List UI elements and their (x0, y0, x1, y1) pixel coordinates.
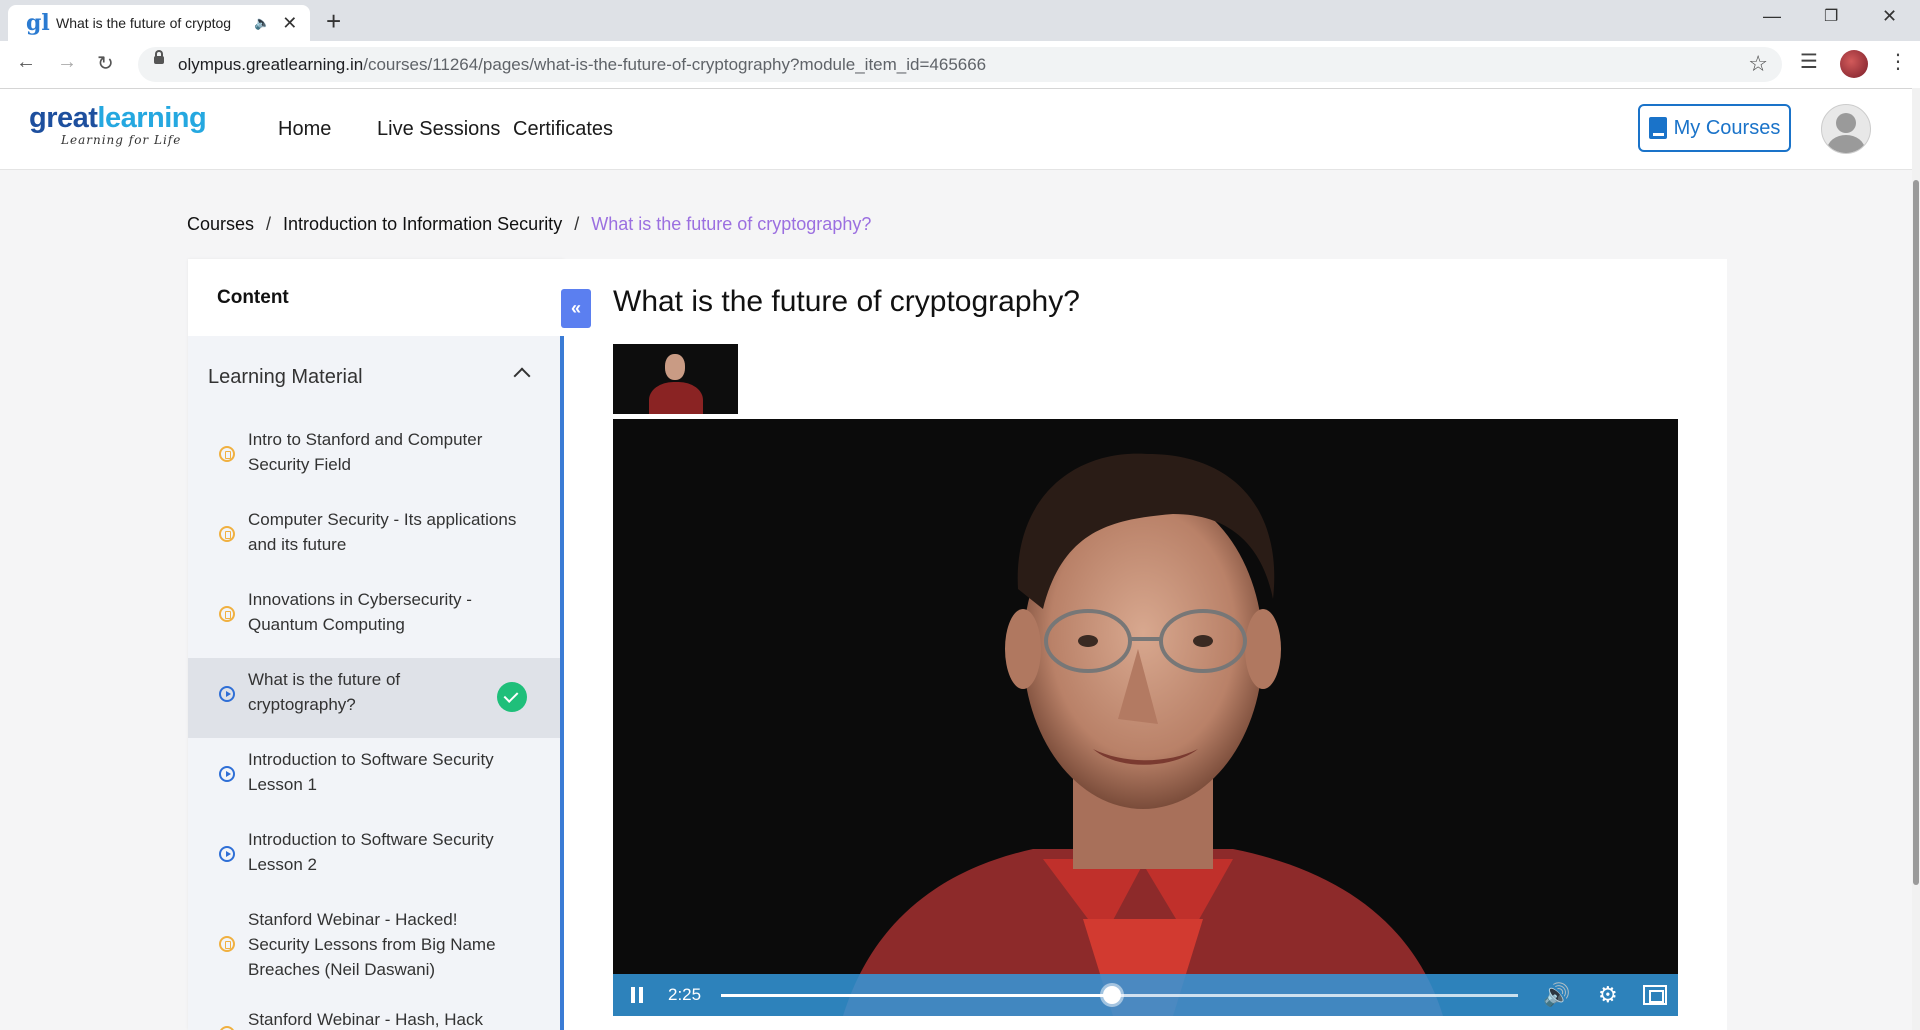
sidebar-item-label: Introduction to Software Security Lesson… (248, 750, 494, 794)
address-bar[interactable]: olympus.greatlearning.in/courses/11264/p… (138, 47, 1782, 82)
breadcrumb-separator: / (266, 214, 272, 234)
document-icon (219, 936, 235, 952)
sidebar-item-label: Introduction to Software Security Lesson… (248, 830, 494, 874)
play-icon (219, 846, 235, 862)
back-arrow-icon[interactable]: ← (16, 51, 36, 74)
browser-toolbar: ← → ↻ olympus.greatlearning.in/courses/1… (0, 41, 1920, 89)
breadcrumb: Courses / Introduction to Information Secu… (187, 214, 871, 235)
volume-icon[interactable]: 🔊 (1543, 982, 1570, 1008)
scrollbar-thumb[interactable] (1913, 180, 1919, 885)
my-courses-button[interactable]: My Courses (1638, 104, 1791, 152)
document-icon (219, 1026, 235, 1030)
pause-icon[interactable] (631, 987, 643, 1003)
sidebar-item[interactable]: Introduction to Software Security Lesson… (188, 738, 560, 818)
sidebar-item-label: Intro to Stanford and Computer Security … (248, 430, 483, 474)
sidebar-item[interactable]: Stanford Webinar - Hash, Hack (188, 998, 560, 1030)
my-courses-label: My Courses (1673, 116, 1781, 139)
menu-kebab-icon[interactable]: ⋮ (1888, 49, 1908, 74)
collapse-sidebar-button[interactable]: « (561, 289, 591, 328)
restore-icon[interactable]: ❐ (1824, 6, 1838, 26)
url-text[interactable]: olympus.greatlearning.in/courses/11264/p… (178, 55, 986, 75)
play-icon (219, 766, 235, 782)
chevron-up-icon[interactable] (513, 367, 531, 385)
nav-live-sessions[interactable]: Live Sessions (377, 118, 500, 141)
section-title: Learning Material (208, 365, 363, 388)
greatlearning-logo[interactable]: greatlearning Learning for Life (29, 103, 207, 147)
document-icon (219, 526, 235, 542)
profile-avatar[interactable] (1840, 50, 1868, 78)
close-tab-icon[interactable]: ✕ (282, 13, 297, 34)
video-thumbnail[interactable] (613, 344, 738, 414)
sidebar-item[interactable]: Computer Security - Its applications and… (188, 498, 560, 578)
book-icon (1648, 117, 1667, 139)
sidebar-list[interactable]: Learning Material Intro to Stanford and … (188, 336, 560, 1030)
lock-icon[interactable] (154, 50, 164, 64)
breadcrumb-courses[interactable]: Courses (187, 214, 254, 234)
sidebar-item-label: Stanford Webinar - Hash, Hack (248, 1010, 483, 1029)
tab-title: What is the future of cryptog (56, 15, 232, 31)
document-icon (219, 606, 235, 622)
progress-bar[interactable] (721, 986, 1518, 1004)
audio-playing-icon[interactable]: 🔈 (254, 15, 270, 31)
sidebar-item[interactable]: Innovations in Cybersecurity - Quantum C… (188, 578, 560, 658)
bookmark-star-icon[interactable]: ☆ (1748, 51, 1768, 77)
page-scrollbar[interactable] (1912, 88, 1920, 1030)
minimize-icon[interactable]: — (1763, 6, 1781, 27)
progress-fill (721, 994, 1112, 997)
reload-icon[interactable]: ↻ (97, 51, 114, 76)
browser-tab[interactable]: gl What is the future of cryptog 🔈 ✕ (8, 5, 310, 41)
sidebar-item[interactable]: Stanford Webinar - Hacked! Security Less… (188, 898, 560, 998)
sidebar-item-label: Innovations in Cybersecurity - Quantum C… (248, 590, 472, 634)
section-learning-material[interactable]: Learning Material (188, 336, 560, 418)
media-control-icon[interactable]: ☰ (1800, 49, 1818, 74)
settings-gear-icon[interactable]: ⚙ (1598, 982, 1618, 1008)
sidebar-item[interactable]: Intro to Stanford and Computer Security … (188, 418, 560, 498)
breadcrumb-course[interactable]: Introduction to Information Security (283, 214, 562, 234)
browser-tab-strip: gl What is the future of cryptog 🔈 ✕ + —… (0, 0, 1920, 41)
completed-check-icon (497, 682, 527, 712)
breadcrumb-current: What is the future of cryptography? (591, 214, 872, 234)
sidebar-title: Content (217, 286, 289, 308)
play-icon (219, 686, 235, 702)
nav-home[interactable]: Home (278, 118, 331, 141)
forward-arrow-icon[interactable]: → (57, 51, 77, 74)
progress-knob[interactable] (1102, 986, 1121, 1004)
site-favicon-icon: gl (26, 10, 50, 36)
new-tab-button[interactable]: + (326, 6, 341, 37)
sidebar-item[interactable]: Introduction to Software Security Lesson… (188, 818, 560, 898)
video-frame (843, 453, 1443, 1016)
document-icon (219, 446, 235, 462)
sidebar-item-label: What is the future of cryptography? (248, 670, 401, 714)
fullscreen-icon[interactable] (1643, 985, 1667, 1005)
content-sidebar: Content Learning Material Intro to Stanf… (188, 259, 564, 1030)
video-player[interactable]: 2:25 🔊 ⚙ (613, 419, 1678, 1016)
sidebar-item-label: Stanford Webinar - Hacked! Security Less… (248, 910, 496, 979)
page-title: What is the future of cryptography? (613, 285, 1080, 318)
site-header: greatlearning Learning for Life Home Liv… (0, 89, 1912, 170)
close-window-icon[interactable]: ✕ (1882, 6, 1897, 27)
sidebar-item-active[interactable]: What is the future of cryptography? (188, 658, 560, 738)
current-time: 2:25 (668, 985, 702, 1004)
user-avatar[interactable] (1821, 104, 1871, 154)
sidebar-item-label: Computer Security - Its applications and… (248, 510, 517, 554)
nav-certificates[interactable]: Certificates (513, 118, 613, 141)
logo-tagline: Learning for Life (61, 133, 182, 147)
breadcrumb-separator: / (574, 214, 580, 234)
video-controls-bar: 2:25 🔊 ⚙ (613, 974, 1678, 1016)
